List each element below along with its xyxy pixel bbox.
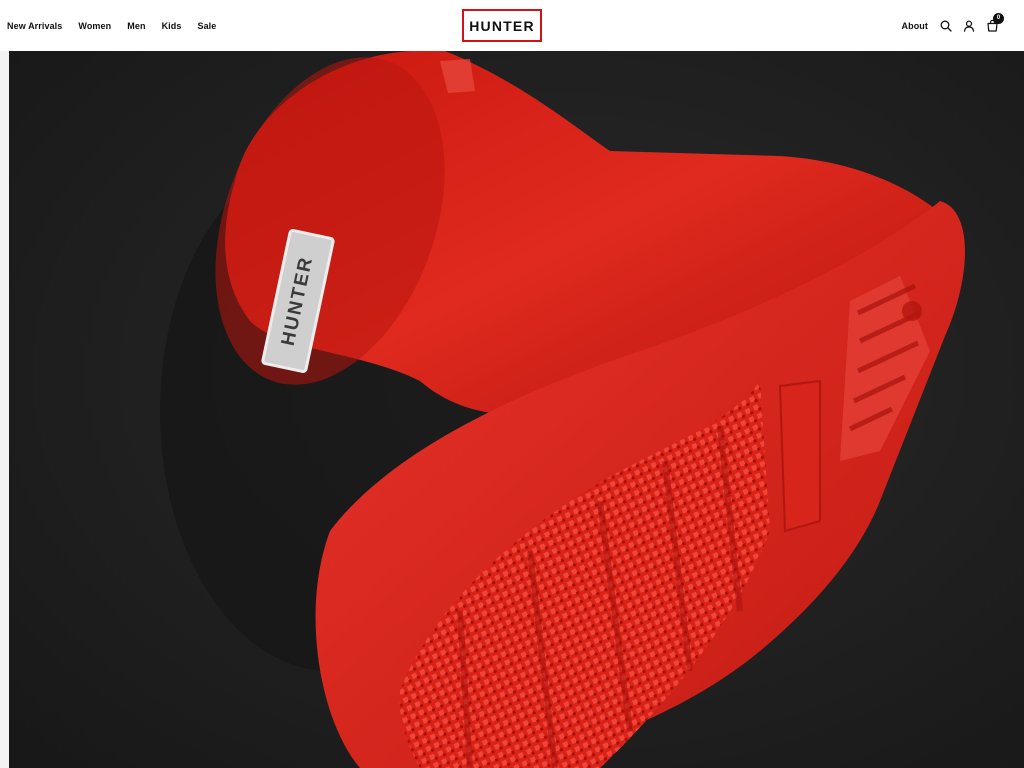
nav-kids[interactable]: Kids [162, 21, 182, 31]
nav-women[interactable]: Women [78, 21, 111, 31]
site-header: New Arrivals Women Men Kids Sale HUNTER … [0, 0, 1024, 51]
user-icon[interactable] [962, 19, 976, 33]
boot-image: HUNTER [9, 51, 1024, 768]
nav-about[interactable]: About [902, 21, 929, 31]
logo-text: HUNTER [469, 17, 535, 34]
hunter-logo[interactable]: HUNTER [462, 9, 542, 42]
shank-panel [778, 379, 821, 533]
primary-nav: New Arrivals Women Men Kids Sale [7, 0, 216, 51]
nav-new-arrivals[interactable]: New Arrivals [7, 21, 62, 31]
cart-button[interactable]: 0 [985, 12, 1004, 33]
cart-count-badge: 0 [993, 12, 1004, 24]
nav-sale[interactable]: Sale [197, 21, 216, 31]
nav-men[interactable]: Men [127, 21, 145, 31]
hero-banner[interactable]: HUNTER [0, 51, 1024, 768]
utility-nav: About 0 [902, 0, 1004, 51]
search-icon[interactable] [939, 19, 953, 33]
